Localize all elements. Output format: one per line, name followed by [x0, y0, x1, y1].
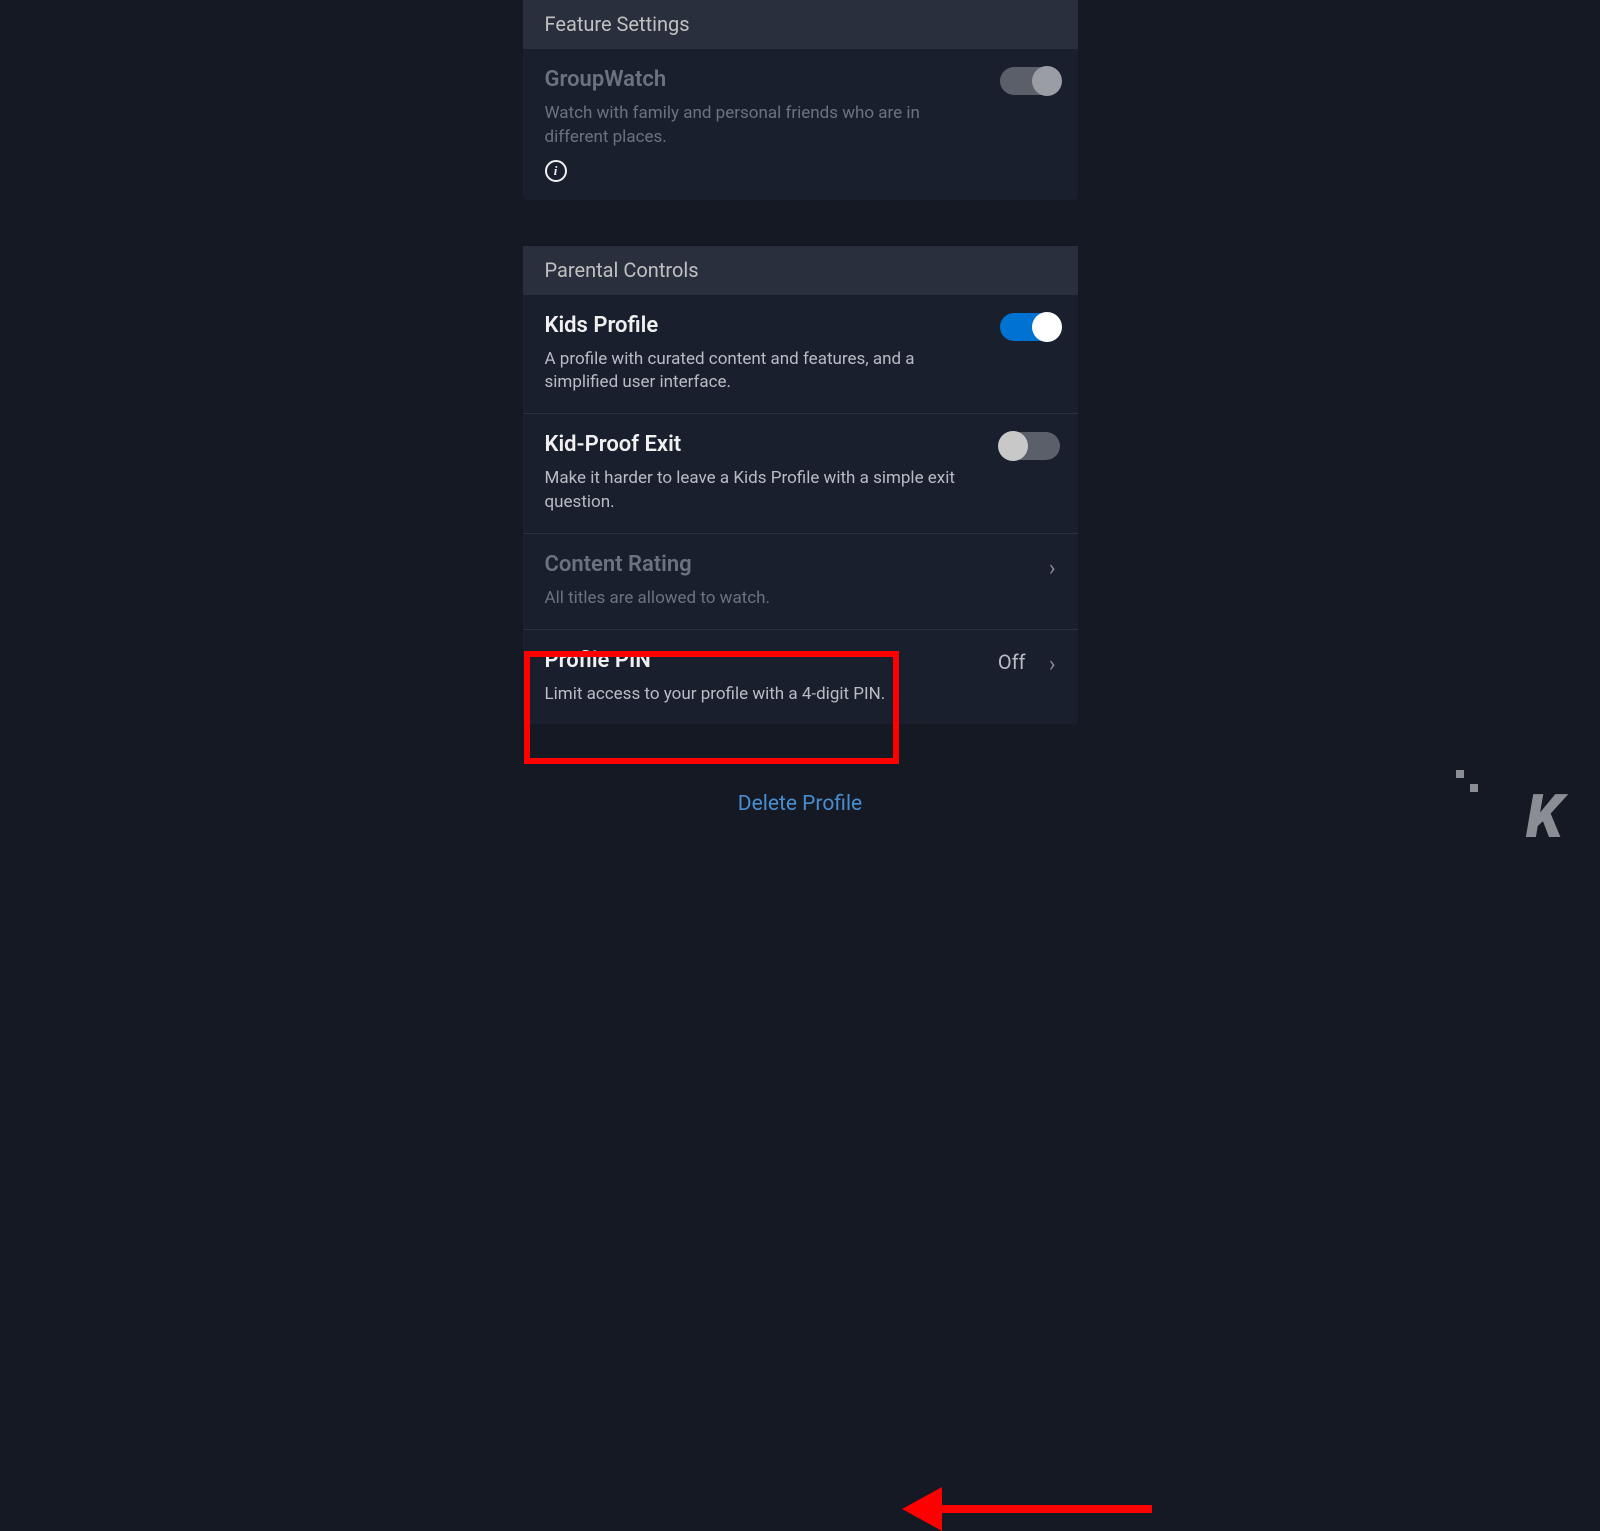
- kids-profile-row[interactable]: Kids Profile A profile with curated cont…: [523, 294, 1078, 414]
- groupwatch-desc: Watch with family and personal friends w…: [545, 102, 1056, 150]
- watermark-dots: [1456, 770, 1478, 792]
- profile-pin-desc: Limit access to your profile with a 4-di…: [545, 683, 1056, 707]
- toggle-knob: [1032, 312, 1062, 342]
- profile-pin-row[interactable]: Profile PIN Limit access to your profile…: [523, 629, 1078, 725]
- content-rating-title: Content Rating: [545, 552, 1056, 577]
- toggle-knob: [1032, 66, 1062, 96]
- kid-proof-exit-row[interactable]: Kid-Proof Exit Make it harder to leave a…: [523, 413, 1078, 533]
- toggle-knob: [998, 431, 1028, 461]
- profile-pin-value: Off: [998, 650, 1026, 674]
- kid-proof-exit-toggle[interactable]: [1000, 432, 1060, 460]
- profile-pin-title: Profile PIN: [545, 648, 1056, 673]
- chevron-right-icon: ›: [1049, 556, 1056, 581]
- groupwatch-row[interactable]: GroupWatch Watch with family and persona…: [523, 48, 1078, 200]
- chevron-right-icon: ›: [1049, 652, 1056, 677]
- kids-profile-desc: A profile with curated content and featu…: [545, 348, 1056, 396]
- parental-controls-header: Parental Controls: [523, 246, 1078, 294]
- feature-settings-header: Feature Settings: [523, 0, 1078, 48]
- info-icon[interactable]: i: [545, 160, 567, 182]
- content-rating-row[interactable]: Content Rating All titles are allowed to…: [523, 533, 1078, 629]
- watermark-logo: K: [1526, 781, 1560, 852]
- feature-settings-section: Feature Settings GroupWatch Watch with f…: [523, 0, 1078, 200]
- kid-proof-exit-title: Kid-Proof Exit: [545, 432, 1056, 457]
- groupwatch-title: GroupWatch: [545, 67, 1056, 92]
- kids-profile-title: Kids Profile: [545, 313, 1056, 338]
- parental-controls-section: Parental Controls Kids Profile A profile…: [523, 246, 1078, 725]
- groupwatch-toggle[interactable]: [1000, 67, 1060, 95]
- kids-profile-toggle[interactable]: [1000, 313, 1060, 341]
- content-rating-desc: All titles are allowed to watch.: [545, 587, 1056, 611]
- kid-proof-exit-desc: Make it harder to leave a Kids Profile w…: [545, 467, 1056, 515]
- delete-profile-link[interactable]: Delete Profile: [523, 792, 1078, 816]
